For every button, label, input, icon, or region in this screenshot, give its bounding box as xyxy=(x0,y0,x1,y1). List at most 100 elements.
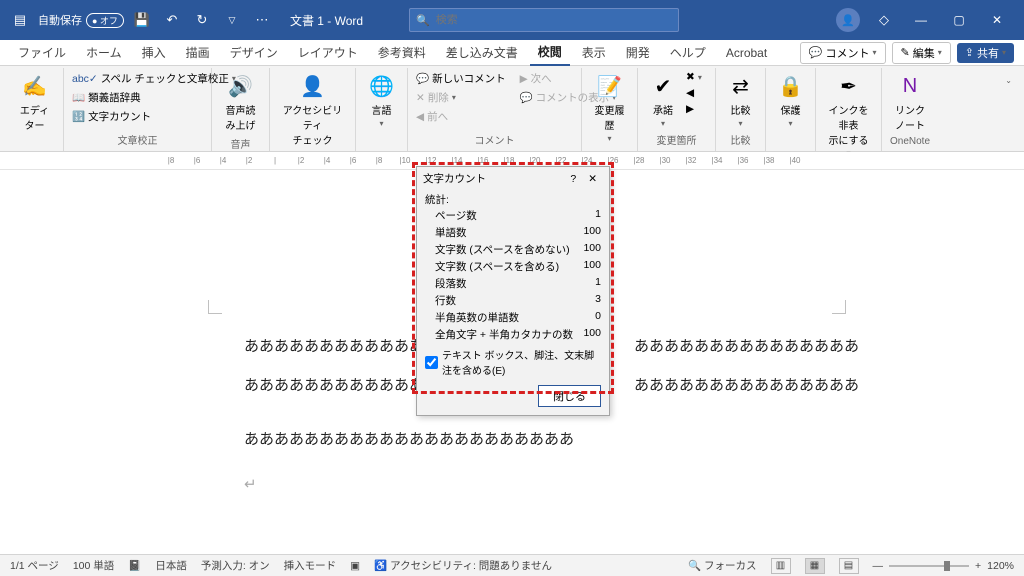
coming-soon-icon[interactable]: ◇ xyxy=(872,8,896,32)
speaker-icon: 🔊 xyxy=(227,72,255,100)
track-changes-button[interactable]: 📝変更履歴▾ xyxy=(588,70,631,145)
prev-icon: ◀ xyxy=(416,111,424,123)
comments-pane-button[interactable]: 💬コメント▾ xyxy=(800,42,886,64)
search-input[interactable] xyxy=(436,14,672,26)
delete-icon: ✕ xyxy=(416,92,425,104)
ribbon-tabs: ファイル ホーム 挿入 描画 デザイン レイアウト 参考資料 差し込み文書 校閲… xyxy=(0,40,1024,66)
tab-review[interactable]: 校閲 xyxy=(530,39,570,66)
stat-row: 半角英数の単語数0 xyxy=(425,309,601,326)
status-macro-icon[interactable]: ▣ xyxy=(350,560,360,572)
dialog-title: 文字カウント xyxy=(423,171,486,186)
zoom-slider[interactable] xyxy=(889,565,969,567)
stats-label: 統計: xyxy=(425,192,601,207)
protect-button[interactable]: 🔒保護▾ xyxy=(772,70,809,130)
qat-more-icon[interactable]: ▽ xyxy=(220,8,244,32)
status-bar: 1/1 ページ 100 単語 📓 日本語 予測入力: オン 挿入モード ▣ ♿ … xyxy=(0,554,1024,576)
ribbon-collapse-icon[interactable]: ⌄ xyxy=(1005,76,1012,85)
wordcount-dialog: 文字カウント ? ✕ 統計: ページ数1単語数100文字数 (スペースを含めない… xyxy=(416,166,610,416)
new-comment-button[interactable]: 💬新しいコメント xyxy=(414,70,508,87)
accept-button[interactable]: ✔承諾▾ xyxy=(644,70,682,130)
status-spell-icon[interactable]: 📓 xyxy=(128,559,141,572)
count-icon: 🔢 xyxy=(72,110,85,123)
track-icon: 📝 xyxy=(596,72,624,100)
status-predict[interactable]: 予測入力: オン xyxy=(201,558,270,573)
redo-icon[interactable]: ↻ xyxy=(190,8,214,32)
globe-icon: 🌐 xyxy=(368,72,396,100)
tab-layout[interactable]: レイアウト xyxy=(290,40,366,65)
prev-change-button[interactable]: ◀ xyxy=(684,86,704,100)
stat-row: 行数3 xyxy=(425,292,601,309)
status-accessibility[interactable]: ♿ アクセシビリティ: 問題ありません xyxy=(374,558,552,573)
share-icon: ⇪ xyxy=(965,46,974,59)
status-wordcount[interactable]: 100 単語 xyxy=(73,558,114,573)
next-change-button[interactable]: ▶ xyxy=(684,102,704,116)
close-button[interactable]: ✕ xyxy=(978,0,1016,40)
show-icon: 💬 xyxy=(520,91,533,104)
book-icon: 📖 xyxy=(72,91,85,104)
document-title: 文書 1 - Word xyxy=(290,12,363,29)
save-icon[interactable]: 💾 xyxy=(130,8,154,32)
title-bar: ▤ 自動保存 ● オフ 💾 ↶ ↻ ▽ ⋯ 文書 1 - Word 🔍 👤 ◇ … xyxy=(0,0,1024,40)
tab-developer[interactable]: 開発 xyxy=(618,40,658,65)
pencil-icon: ✎ xyxy=(901,46,910,59)
view-read-button[interactable]: ▥ xyxy=(771,558,791,574)
tab-draw[interactable]: 描画 xyxy=(178,40,218,65)
editor-button[interactable]: ✍エディ ター xyxy=(12,70,57,134)
editor-icon: ✍ xyxy=(21,72,49,100)
tab-mailings[interactable]: 差し込み文書 xyxy=(438,40,526,65)
qat-overflow-icon[interactable]: ⋯ xyxy=(250,8,274,32)
user-avatar-icon[interactable]: 👤 xyxy=(836,8,860,32)
dialog-help-button[interactable]: ? xyxy=(564,173,582,185)
status-page[interactable]: 1/1 ページ xyxy=(10,558,59,573)
dialog-close-button[interactable]: ✕ xyxy=(582,173,603,185)
comment-icon: 💬 xyxy=(809,46,823,59)
prev-comment-button[interactable]: ◀前へ xyxy=(414,108,508,125)
zoom-in-button[interactable]: + xyxy=(975,560,981,572)
reject-button[interactable]: ✖▾ xyxy=(684,70,704,84)
hide-ink-button[interactable]: ✒インクを非表 示にする▾ xyxy=(822,70,875,160)
include-textboxes-checkbox[interactable] xyxy=(425,356,438,369)
tab-view[interactable]: 表示 xyxy=(574,40,614,65)
stat-row: 段落数1 xyxy=(425,275,601,292)
onenote-button[interactable]: Nリンク ノート xyxy=(888,70,932,134)
lock-icon: 🔒 xyxy=(777,72,805,100)
tab-insert[interactable]: 挿入 xyxy=(134,40,174,65)
next-change-icon: ▶ xyxy=(686,103,694,115)
checkbox-label: テキスト ボックス、脚注、文末脚注を含める(E) xyxy=(442,347,601,377)
autosave-toggle[interactable]: 自動保存 ● オフ xyxy=(38,12,124,28)
tab-file[interactable]: ファイル xyxy=(10,40,74,65)
delete-comment-button[interactable]: ✕削除▾ xyxy=(414,89,508,106)
share-button[interactable]: ⇪共有▾ xyxy=(957,43,1014,63)
editing-mode-button[interactable]: ✎編集▾ xyxy=(892,42,951,64)
focus-mode-button[interactable]: 🔍 フォーカス xyxy=(688,558,757,573)
tab-help[interactable]: ヘルプ xyxy=(662,40,714,65)
view-web-button[interactable]: ▤ xyxy=(839,558,859,574)
accessibility-check-button[interactable]: 👤アクセシビリティ チェック xyxy=(276,70,349,149)
undo-icon[interactable]: ↶ xyxy=(160,8,184,32)
view-print-button[interactable]: ▦ xyxy=(805,558,825,574)
prev-change-icon: ◀ xyxy=(686,87,694,99)
compare-button[interactable]: ⇄比較▾ xyxy=(722,70,759,130)
reject-icon: ✖ xyxy=(686,71,695,83)
tab-references[interactable]: 参考資料 xyxy=(370,40,434,65)
stat-row: 全角文字 + 半角カタカナの数100 xyxy=(425,326,601,343)
language-button[interactable]: 🌐言語▾ xyxy=(362,70,401,130)
stat-row: 単語数100 xyxy=(425,224,601,241)
zoom-level[interactable]: 120% xyxy=(987,560,1014,572)
maximize-button[interactable]: ▢ xyxy=(940,0,978,40)
status-insert-mode[interactable]: 挿入モード xyxy=(284,558,337,573)
next-icon: ▶ xyxy=(520,73,528,85)
dialog-close-ok-button[interactable]: 閉じる xyxy=(538,385,601,407)
ribbon: ✍エディ ター abc✓スペル チェックと文章校正▾ 📖類義語辞典 🔢文字カウン… xyxy=(0,66,1024,152)
search-box[interactable]: 🔍 xyxy=(409,8,679,32)
minimize-button[interactable]: — xyxy=(902,0,940,40)
accept-icon: ✔ xyxy=(649,72,677,100)
stat-row: ページ数1 xyxy=(425,207,601,224)
zoom-out-button[interactable]: — xyxy=(873,560,884,572)
tab-acrobat[interactable]: Acrobat xyxy=(718,42,775,64)
tab-design[interactable]: デザイン xyxy=(222,40,286,65)
word-app-icon: ▤ xyxy=(8,8,32,32)
status-language[interactable]: 日本語 xyxy=(155,558,187,573)
read-aloud-button[interactable]: 🔊音声読 み上げ xyxy=(218,70,263,134)
tab-home[interactable]: ホーム xyxy=(78,40,130,65)
